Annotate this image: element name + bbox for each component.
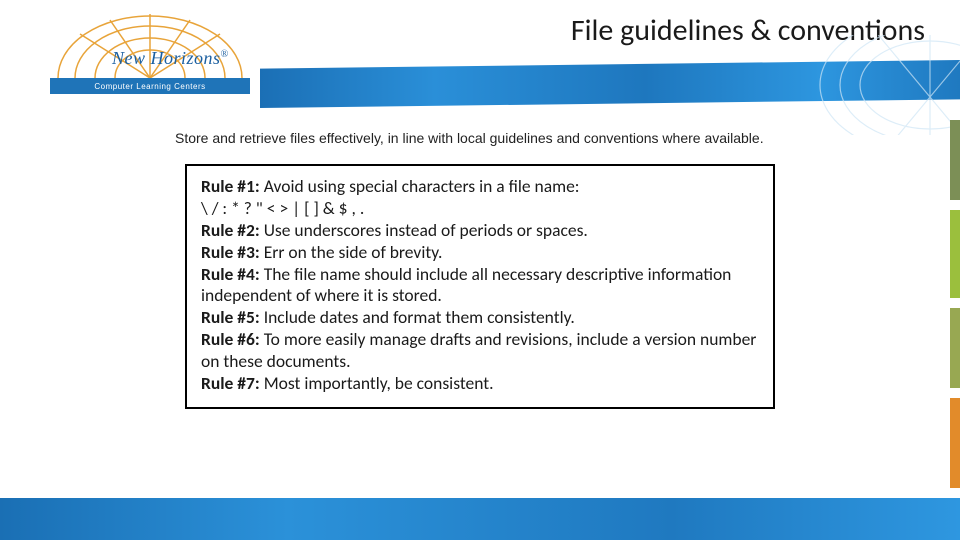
content-area: Store and retrieve files effectively, in… <box>0 130 960 498</box>
rule-line: \ / : * ? " < > | [ ] & $ , . <box>201 198 759 220</box>
rule-line: Rule #6: To more easily manage drafts an… <box>201 329 759 373</box>
rule-label: Rule #4: <box>201 263 260 285</box>
logo: New Horizons® Computer Learning Centers <box>50 6 260 96</box>
rule-line: Rule #5: Include dates and format them c… <box>201 307 759 329</box>
rule-text: To more easily manage drafts and revisio… <box>201 328 756 372</box>
header-wave <box>260 60 960 108</box>
rule-label: Rule #5: <box>201 306 260 328</box>
page-title: File guidelines & conventions <box>571 12 925 49</box>
rule-label: Rule #6: <box>201 328 260 350</box>
logo-name: New Horizons® <box>112 48 229 69</box>
rules-box: Rule #1: Avoid using special characters … <box>185 164 775 409</box>
rule-text: Include dates and format them consistent… <box>260 306 575 328</box>
rule-text: Err on the side of brevity. <box>260 241 443 263</box>
rule-line: Rule #7: Most importantly, be consistent… <box>201 373 759 395</box>
rule-line: Rule #3: Err on the side of brevity. <box>201 242 759 264</box>
rule-line: Rule #2: Use underscores instead of peri… <box>201 220 759 242</box>
rule-line: Rule #1: Avoid using special characters … <box>201 176 759 198</box>
rule-label: Rule #7: <box>201 372 260 394</box>
side-tab <box>950 398 960 488</box>
rule-label: Rule #1: <box>201 175 260 197</box>
side-tab <box>950 308 960 388</box>
logo-tagline-band: Computer Learning Centers <box>50 78 250 94</box>
header: New Horizons® Computer Learning Centers … <box>0 0 960 110</box>
rule-text: Use underscores instead of periods or sp… <box>260 219 588 241</box>
rule-text: The file name should include all necessa… <box>201 263 731 307</box>
rule-line: Rule #4: The file name should include al… <box>201 264 759 308</box>
rule-label: Rule #2: <box>201 219 260 241</box>
footer-bar <box>0 498 960 540</box>
side-tabs <box>950 120 960 488</box>
intro-text: Store and retrieve files effectively, in… <box>175 130 910 146</box>
side-tab <box>950 120 960 200</box>
rule-text: Avoid using special characters in a file… <box>260 175 580 197</box>
side-tab <box>950 210 960 298</box>
rule-label: Rule #3: <box>201 241 260 263</box>
logo-tagline: Computer Learning Centers <box>94 82 205 91</box>
rule-text: Most importantly, be consistent. <box>260 372 494 394</box>
rule-text: \ / : * ? " < > | [ ] & $ , . <box>201 197 364 219</box>
